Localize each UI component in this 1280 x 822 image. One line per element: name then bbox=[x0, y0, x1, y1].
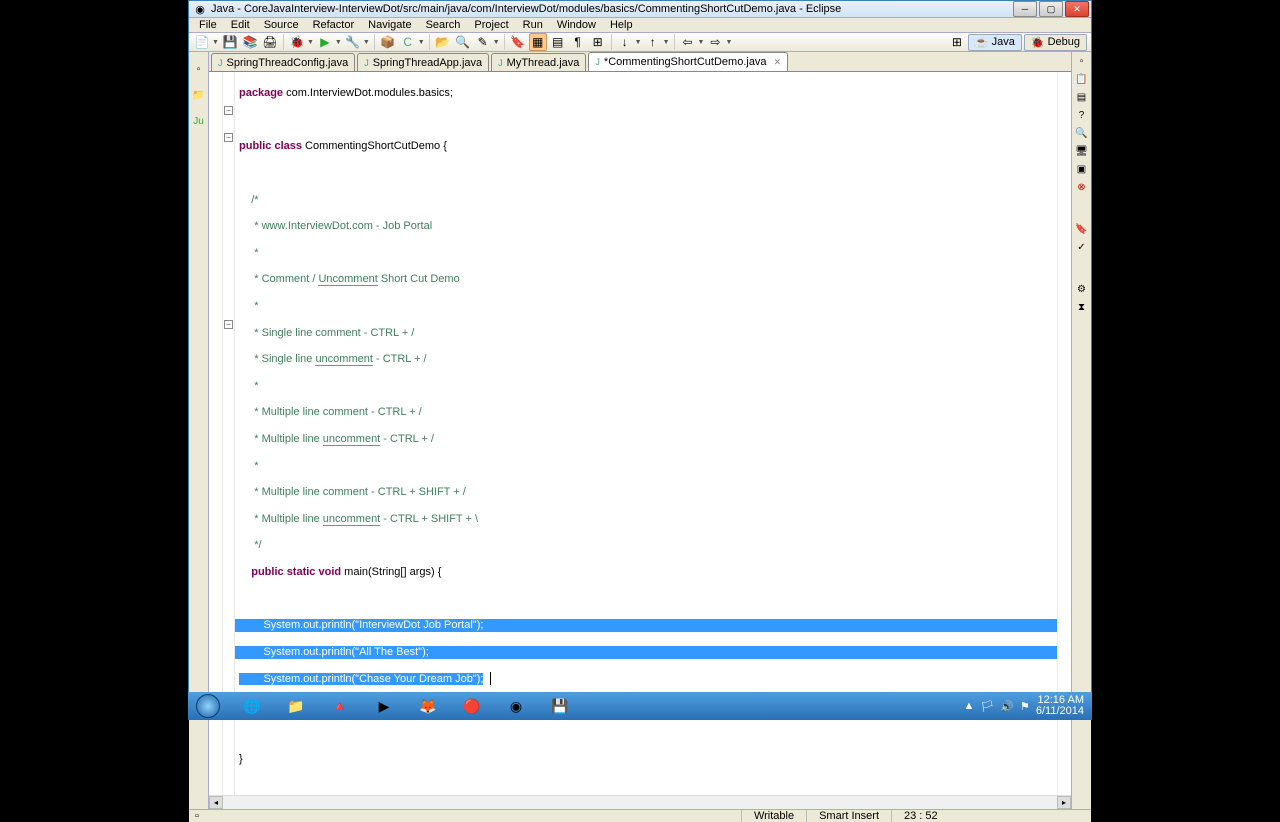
forward-button[interactable]: ⇨▼ bbox=[706, 33, 732, 51]
eclipse-icon: ◉ bbox=[193, 2, 207, 16]
menu-file[interactable]: File bbox=[193, 18, 223, 32]
menubar: File Edit Source Refactor Navigate Searc… bbox=[189, 18, 1091, 33]
toggle-block-button[interactable]: ⊞ bbox=[589, 33, 607, 51]
taskbar-app1[interactable]: 🔴 bbox=[452, 694, 492, 718]
restore-view-icon[interactable]: ▫ bbox=[1075, 56, 1089, 70]
titlebar[interactable]: ◉ Java - CoreJavaInterview-InterviewDot/… bbox=[189, 1, 1091, 18]
tray-clock[interactable]: 12:16 AM 6/11/2014 bbox=[1036, 695, 1084, 717]
tray-action-icon[interactable]: ⚑ bbox=[1020, 700, 1030, 713]
toggle-mark-button[interactable]: 🔖 bbox=[509, 33, 527, 51]
new-class-button[interactable]: C▼ bbox=[399, 33, 425, 51]
close-button[interactable]: ✕ bbox=[1065, 1, 1089, 17]
close-icon[interactable]: ✕ bbox=[774, 57, 782, 68]
text-cursor bbox=[490, 672, 491, 685]
save-button[interactable]: 💾 bbox=[221, 33, 239, 51]
progress-icon[interactable]: ⧗ bbox=[1075, 302, 1089, 316]
tab-mythread[interactable]: JMyThread.java bbox=[491, 53, 586, 71]
search-view-icon[interactable]: 🔍 bbox=[1075, 128, 1089, 142]
taskbar-firefox[interactable]: 🦊 bbox=[408, 694, 448, 718]
save-all-button[interactable]: 📚 bbox=[241, 33, 259, 51]
menu-edit[interactable]: Edit bbox=[225, 18, 256, 32]
taskbar-app3[interactable]: 💾 bbox=[540, 694, 580, 718]
run-button[interactable]: ▶▼ bbox=[316, 33, 342, 51]
status-insert-mode: Smart Insert bbox=[806, 810, 891, 822]
bookmarks-icon[interactable]: 🔖 bbox=[1075, 224, 1089, 238]
system-tray[interactable]: ▲ 🏳 🔊 ⚑ 12:16 AM 6/11/2014 bbox=[963, 695, 1092, 717]
statusbar: ▫ Writable Smart Insert 23 : 52 bbox=[189, 809, 1091, 822]
perspective-java[interactable]: ☕Java bbox=[968, 34, 1022, 51]
taskbar-app2[interactable]: ◉ bbox=[496, 694, 536, 718]
task-list-icon[interactable]: 📋 bbox=[1075, 74, 1089, 88]
fold-toggle-icon[interactable]: − bbox=[224, 106, 233, 115]
start-button[interactable] bbox=[188, 692, 228, 720]
restore-view-icon[interactable]: ▫ bbox=[192, 64, 206, 78]
menu-help[interactable]: Help bbox=[604, 18, 639, 32]
tab-commentingshortcutdemo[interactable]: J*CommentingShortCutDemo.java✕ bbox=[588, 52, 788, 71]
code-editor[interactable]: package com.InterviewDot.modules.basics;… bbox=[235, 72, 1057, 795]
fold-toggle-icon[interactable]: − bbox=[224, 133, 233, 142]
toggle-highlight-button[interactable]: ▦ bbox=[529, 33, 547, 51]
menu-window[interactable]: Window bbox=[551, 18, 602, 32]
help-icon[interactable]: ? bbox=[1075, 110, 1089, 124]
new-package-button[interactable]: 📦 bbox=[379, 33, 397, 51]
taskbar-wmp[interactable]: ▶ bbox=[364, 694, 404, 718]
toggle-breadcrumb-button[interactable]: ▤ bbox=[549, 33, 567, 51]
menu-run[interactable]: Run bbox=[517, 18, 549, 32]
debug-button[interactable]: 🐞▼ bbox=[288, 33, 314, 51]
tray-network-icon[interactable]: 🏳 bbox=[980, 700, 994, 713]
new-button[interactable]: 📄▼ bbox=[193, 33, 219, 51]
annotation-ruler[interactable] bbox=[209, 72, 223, 795]
open-type-button[interactable]: 📂 bbox=[434, 33, 452, 51]
back-button[interactable]: ⇦▼ bbox=[679, 33, 705, 51]
toolbar: 📄▼ 💾 📚 🖨 🐞▼ ▶▼ 🔧▼ 📦 C▼ 📂 🔍 ✎▼ 🔖 ▦ ▤ ¶ ⊞ … bbox=[189, 33, 1091, 52]
folding-ruler[interactable]: − − − bbox=[223, 72, 235, 795]
tray-volume-icon[interactable]: 🔊 bbox=[1000, 700, 1014, 713]
toggle-whitespace-button[interactable]: ¶ bbox=[569, 33, 587, 51]
search-button[interactable]: 🔍 bbox=[454, 33, 472, 51]
taskbar-explorer[interactable]: 📁 bbox=[276, 694, 316, 718]
minimize-button[interactable]: ─ bbox=[1013, 1, 1037, 17]
open-perspective-button[interactable]: ⊞ bbox=[948, 33, 966, 51]
print-button[interactable]: 🖨 bbox=[261, 33, 279, 51]
status-writable: Writable bbox=[741, 810, 806, 822]
eclipse-window: ◉ Java - CoreJavaInterview-InterviewDot/… bbox=[188, 0, 1092, 692]
junit-icon[interactable]: Ju bbox=[192, 116, 206, 130]
editor-tabs: JSpringThreadConfig.java JSpringThreadAp… bbox=[209, 52, 1071, 72]
fold-toggle-icon[interactable]: − bbox=[224, 320, 233, 329]
status-icon: ▫ bbox=[195, 810, 199, 822]
problems-icon[interactable]: ⊗ bbox=[1075, 182, 1089, 196]
scroll-left-button[interactable]: ◂ bbox=[209, 796, 223, 809]
menu-project[interactable]: Project bbox=[468, 18, 514, 32]
window-title: Java - CoreJavaInterview-InterviewDot/sr… bbox=[211, 3, 1013, 15]
overview-ruler[interactable] bbox=[1057, 72, 1071, 795]
tasks-icon[interactable]: ✓ bbox=[1075, 242, 1089, 256]
tab-springthreadconfig[interactable]: JSpringThreadConfig.java bbox=[211, 53, 355, 71]
taskbar-ie[interactable]: 🌐 bbox=[232, 694, 272, 718]
properties-icon[interactable]: ⚙ bbox=[1075, 284, 1089, 298]
horizontal-scrollbar[interactable]: ◂ ▸ bbox=[209, 795, 1071, 809]
scroll-right-button[interactable]: ▸ bbox=[1057, 796, 1071, 809]
prev-annotation-button[interactable]: ↑▼ bbox=[644, 33, 670, 51]
annotate-button[interactable]: ✎▼ bbox=[474, 33, 500, 51]
outline-icon[interactable]: ▤ bbox=[1075, 92, 1089, 106]
next-annotation-button[interactable]: ↓▼ bbox=[616, 33, 642, 51]
tab-springthreadapp[interactable]: JSpringThreadApp.java bbox=[357, 53, 489, 71]
maximize-button[interactable]: ▢ bbox=[1039, 1, 1063, 17]
menu-source[interactable]: Source bbox=[258, 18, 305, 32]
tray-flag-icon[interactable]: ▲ bbox=[963, 700, 974, 712]
taskbar: 🌐 📁 🔺 ▶ 🦊 🔴 ◉ 💾 ▲ 🏳 🔊 ⚑ 12:16 AM 6/11/20… bbox=[188, 692, 1092, 720]
menu-navigate[interactable]: Navigate bbox=[362, 18, 417, 32]
menu-search[interactable]: Search bbox=[420, 18, 467, 32]
taskbar-vlc[interactable]: 🔺 bbox=[320, 694, 360, 718]
perspective-debug[interactable]: 🐞Debug bbox=[1024, 34, 1087, 51]
external-tools-button[interactable]: 🔧▼ bbox=[344, 33, 370, 51]
servers-icon[interactable]: 🖥 bbox=[1075, 146, 1089, 160]
console-icon[interactable]: ▣ bbox=[1075, 164, 1089, 178]
status-cursor-position: 23 : 52 bbox=[891, 810, 971, 822]
menu-refactor[interactable]: Refactor bbox=[307, 18, 361, 32]
package-explorer-icon[interactable]: 📁 bbox=[192, 90, 206, 104]
